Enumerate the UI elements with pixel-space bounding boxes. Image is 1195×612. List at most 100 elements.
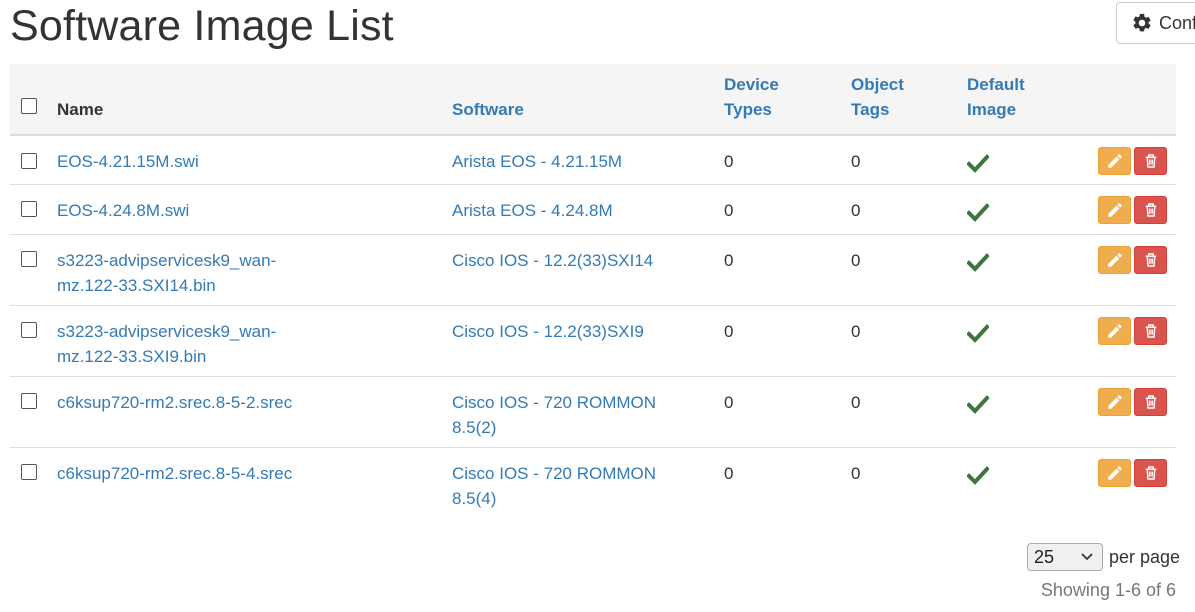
edit-button[interactable] [1098,316,1131,345]
checkmark-icon [967,202,989,222]
image-name-line: c6ksup720-rm2.srec.8-5-4.srec [57,463,293,483]
image-name-link[interactable]: c6ksup720-rm2.srec.8-5-2.srec [57,393,292,412]
configure-label: Conf [1159,12,1195,33]
object-tags-count: 0 [851,463,861,483]
software-cell: Cisco IOS - 720 ROMMON 8.5(4) [452,447,724,518]
table-row: s3223-advipservicesk9_wan-mz.122-33.SXI9… [10,305,1176,377]
pencil-icon [1107,394,1122,409]
trash-icon [1145,465,1156,480]
software-link[interactable]: Arista EOS - 4.24.8M [452,201,613,220]
row-actions [1077,184,1176,235]
device-types-count: 0 [724,234,851,306]
software-link[interactable]: Cisco IOS - 720 ROMMON 8.5(4) [452,464,656,508]
device-types-header-line-1: Device [724,75,779,94]
image-name-line: c6ksup720-rm2.srec.8-5-2.srec [57,392,293,412]
table-row: c6ksup720-rm2.srec.8-5-4.srec Cisco IOS -… [10,447,1176,518]
edit-button[interactable] [1098,387,1131,416]
trash-icon [1145,154,1156,168]
row-select-cell [10,184,57,235]
row-checkbox[interactable] [21,393,37,410]
software-cell: Cisco IOS - 720 ROMMON 8.5(2) [452,376,724,448]
default-image-cell [967,135,1077,185]
table-header-row: Name Software Device Types Object Tags D… [10,64,1176,136]
per-page-select[interactable]: 25 [1027,543,1103,571]
table-row: EOS-4.24.8M.swi Arista EOS - 4.24.8M 0 0 [10,184,1176,235]
row-select-cell [10,234,57,306]
column-header-device-types[interactable]: Device Types [724,64,851,136]
object-tags-count: 0 [851,305,967,377]
image-name-line: EOS-4.21.15M.swi [57,152,199,171]
delete-button[interactable] [1134,245,1167,274]
column-header-default-image[interactable]: Default Image [967,64,1077,136]
column-header-software[interactable]: Software [452,64,724,136]
row-checkbox[interactable] [21,201,37,218]
edit-button[interactable] [1098,195,1131,224]
table-row: s3223-advipservicesk9_wan-mz.122-33.SXI1… [10,234,1176,306]
trash-icon [1145,202,1156,217]
row-select-cell [10,135,57,185]
row-checkbox[interactable] [21,322,37,339]
image-name-cell: c6ksup720-rm2.srec.8-5-2.srec [57,376,452,448]
default-image-header-line-1: Default [967,75,1025,94]
object-tags-header-line-2: Tags [851,100,890,119]
row-select-cell [10,305,57,377]
device-types-count: 0 [724,463,734,483]
delete-button[interactable] [1134,195,1167,224]
trash-icon [1145,323,1156,338]
delete-button[interactable] [1134,147,1167,175]
configure-button[interactable]: Conf [1116,2,1195,44]
software-link[interactable]: Cisco IOS - 12.2(33)SXI9 [452,322,644,341]
image-name-link[interactable]: s3223-advipservicesk9_wan-mz.122-33.SXI9… [57,322,276,366]
column-header-actions [1077,64,1176,136]
object-tags-count: 0 [851,234,967,306]
software-cell: Cisco IOS - 12.2(33)SXI9 [452,305,724,377]
object-tags-count: 0 [851,184,967,235]
chevron-down-icon [1081,553,1093,561]
default-image-cell [967,184,1077,235]
device-types-count: 0 [724,184,851,235]
delete-button[interactable] [1134,316,1167,345]
pencil-icon [1107,252,1122,267]
device-types-count: 0 [724,376,851,448]
trash-icon [1145,394,1156,409]
delete-button[interactable] [1134,458,1167,487]
row-checkbox[interactable] [21,464,37,481]
edit-button[interactable] [1098,147,1131,175]
row-select-cell [10,447,57,518]
delete-button[interactable] [1134,387,1167,416]
software-link[interactable]: Cisco IOS - 720 ROMMON 8.5(2) [452,393,656,437]
object-tags-header-line-1: Object [851,75,904,94]
checkmark-icon [967,465,989,485]
software-line: Arista EOS - 4.21.15M [452,152,623,171]
image-name-cell: EOS-4.21.15M.swi [57,135,452,185]
column-header-object-tags[interactable]: Object Tags [851,64,967,136]
image-name-line: mz.122-33.SXI9.bin [57,346,207,366]
edit-button[interactable] [1098,458,1131,487]
software-link[interactable]: Arista EOS - 4.21.15M [452,152,622,171]
image-name-link[interactable]: c6ksup720-rm2.srec.8-5-4.srec [57,464,292,483]
row-actions [1077,234,1176,306]
image-name-link[interactable]: EOS-4.21.15M.swi [57,152,199,171]
default-image-cell [967,234,1077,306]
image-name-line: s3223-advipservicesk9_wan- [57,250,277,270]
software-link[interactable]: Cisco IOS - 12.2(33)SXI14 [452,251,653,270]
image-name-link[interactable]: s3223-advipservicesk9_wan-mz.122-33.SXI1… [57,251,276,295]
pencil-icon [1107,202,1122,217]
edit-button[interactable] [1098,245,1131,274]
row-checkbox[interactable] [21,152,37,169]
per-page-label: per page [1109,546,1181,567]
row-checkbox[interactable] [21,251,37,268]
image-name-cell: s3223-advipservicesk9_wan-mz.122-33.SXI9… [57,305,452,377]
software-line: Cisco IOS - 12.2(33)SXI9 [452,321,644,341]
image-name-line: s3223-advipservicesk9_wan- [57,321,277,341]
device-types-count: 0 [724,305,851,377]
image-name-link[interactable]: EOS-4.24.8M.swi [57,201,189,220]
default-image-cell [967,305,1077,377]
default-image-header-line-2: Image [967,100,1017,119]
software-cell: Cisco IOS - 12.2(33)SXI14 [452,234,724,306]
select-all-checkbox[interactable] [21,97,37,114]
software-cell: Arista EOS - 4.21.15M [452,135,724,185]
table-row: c6ksup720-rm2.srec.8-5-2.srec Cisco IOS -… [10,376,1176,448]
select-all-cell [10,64,57,136]
image-name-cell: s3223-advipservicesk9_wan-mz.122-33.SXI1… [57,234,452,306]
